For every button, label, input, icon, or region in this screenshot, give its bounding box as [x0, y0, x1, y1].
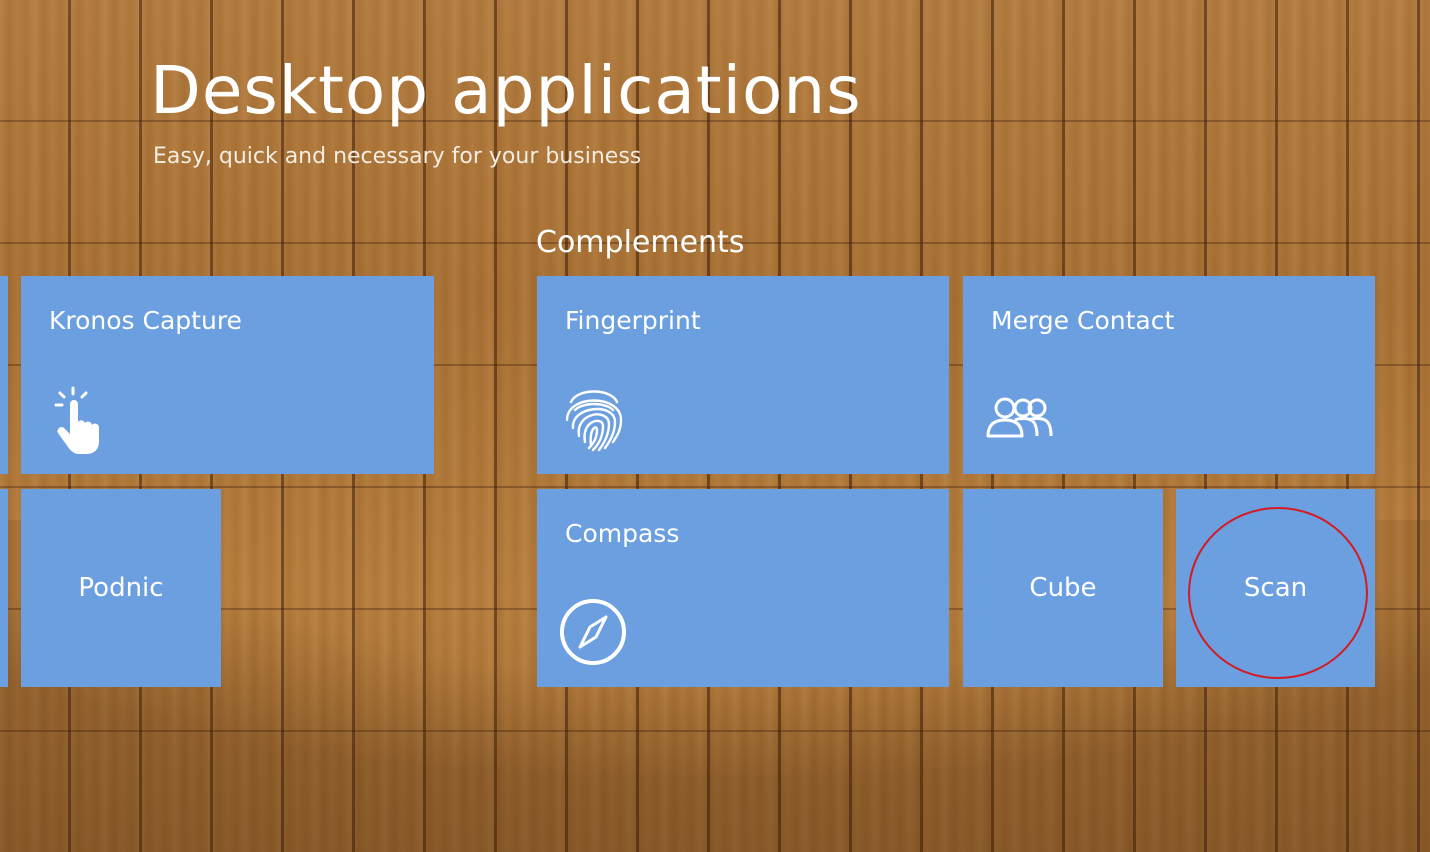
- page-title: Desktop applications: [150, 52, 862, 129]
- tile-compass[interactable]: Compass: [537, 489, 949, 687]
- offscreen-tile-top[interactable]: [0, 276, 8, 474]
- tile-label: Fingerprint: [565, 306, 701, 335]
- tile-label: Cube: [1029, 573, 1097, 603]
- fingerprint-icon: [563, 380, 625, 456]
- tile-kronos-capture[interactable]: Kronos Capture: [21, 276, 434, 474]
- tile-label: Podnic: [78, 573, 164, 603]
- tile-fingerprint[interactable]: Fingerprint: [537, 276, 949, 474]
- tile-cube[interactable]: Cube: [963, 489, 1163, 687]
- tile-scan[interactable]: Scan: [1176, 489, 1375, 687]
- people-group-icon: [985, 396, 1057, 444]
- offscreen-tile-bottom[interactable]: [0, 489, 8, 687]
- tile-label: Compass: [565, 519, 680, 548]
- tile-merge-contact[interactable]: Merge Contact: [963, 276, 1375, 474]
- tile-podnic[interactable]: Podnic: [21, 489, 221, 687]
- touch-hand-icon: [51, 384, 105, 460]
- page-subtitle: Easy, quick and necessary for your busin…: [153, 144, 642, 169]
- tile-label: Merge Contact: [991, 306, 1175, 335]
- tile-label: Kronos Capture: [49, 306, 242, 335]
- group-title: Complements: [536, 225, 745, 260]
- tile-label: Scan: [1243, 573, 1308, 603]
- compass-icon: [558, 597, 628, 671]
